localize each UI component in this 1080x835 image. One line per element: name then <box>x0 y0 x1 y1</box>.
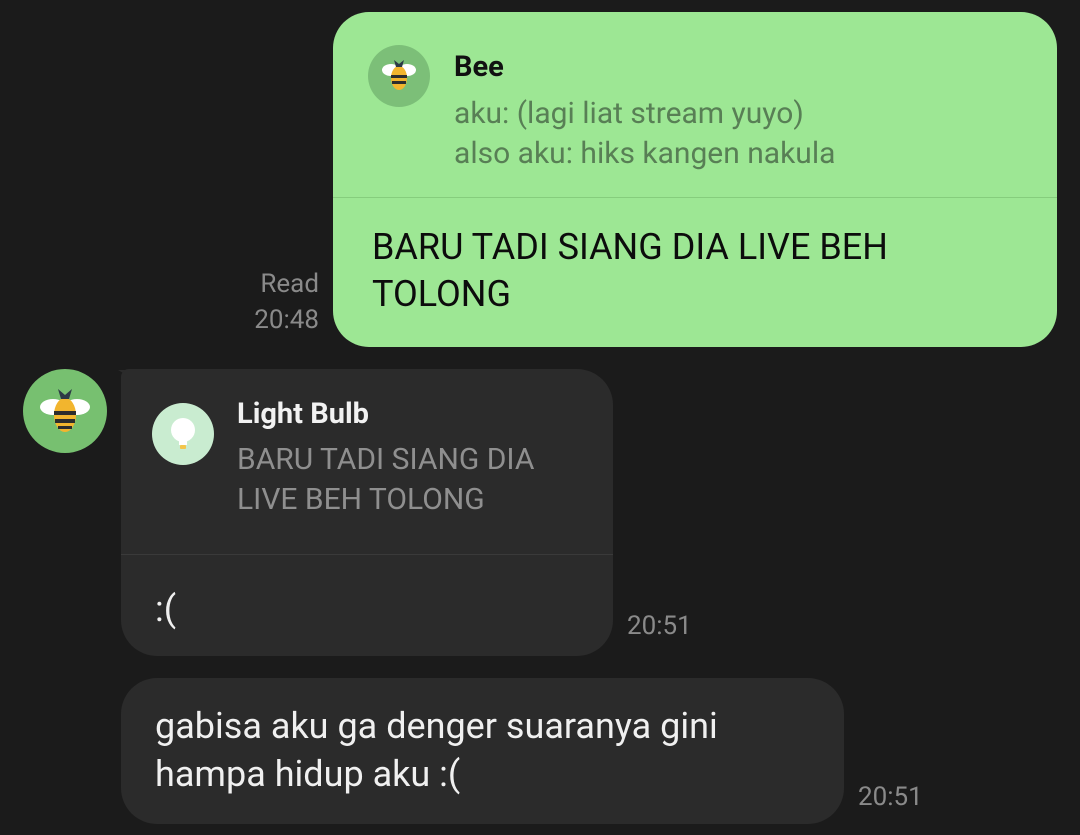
read-status: Read <box>260 269 319 299</box>
quote-sender-name: Light Bulb <box>237 397 369 431</box>
quote-sender-name: Bee <box>454 50 504 84</box>
message-time: 20:51 <box>627 611 692 641</box>
message-text: :( <box>155 588 177 630</box>
message-time: 20:48 <box>254 305 319 335</box>
quote-text: aku: (lagi liat stream yuyo) also aku: h… <box>454 96 836 171</box>
message-meta: Read 20:48 <box>232 266 319 338</box>
reply-quote[interactable]: Light Bulb BARU TADI SIANG DIA LIVE BEH … <box>121 369 613 555</box>
outgoing-message-bubble[interactable]: Bee aku: (lagi liat stream yuyo) also ak… <box>333 12 1057 347</box>
light-bulb-icon <box>152 403 214 465</box>
incoming-message-bubble[interactable]: gabisa aku ga denger suaranya gini hampa… <box>121 678 844 824</box>
incoming-message-bubble[interactable]: Light Bulb BARU TADI SIANG DIA LIVE BEH … <box>121 369 613 656</box>
message-text: gabisa aku ga denger suaranya gini hampa… <box>155 705 718 795</box>
message-text: BARU TADI SIANG DIA LIVE BEH TOLONG <box>372 226 888 315</box>
message-time: 20:51 <box>858 782 923 812</box>
bee-icon <box>368 45 430 107</box>
avatar[interactable] <box>23 369 107 453</box>
reply-quote[interactable]: Bee aku: (lagi liat stream yuyo) also ak… <box>333 12 1057 198</box>
bee-icon <box>40 389 90 432</box>
quote-text: BARU TADI SIANG DIA LIVE BEH TOLONG <box>237 442 535 517</box>
